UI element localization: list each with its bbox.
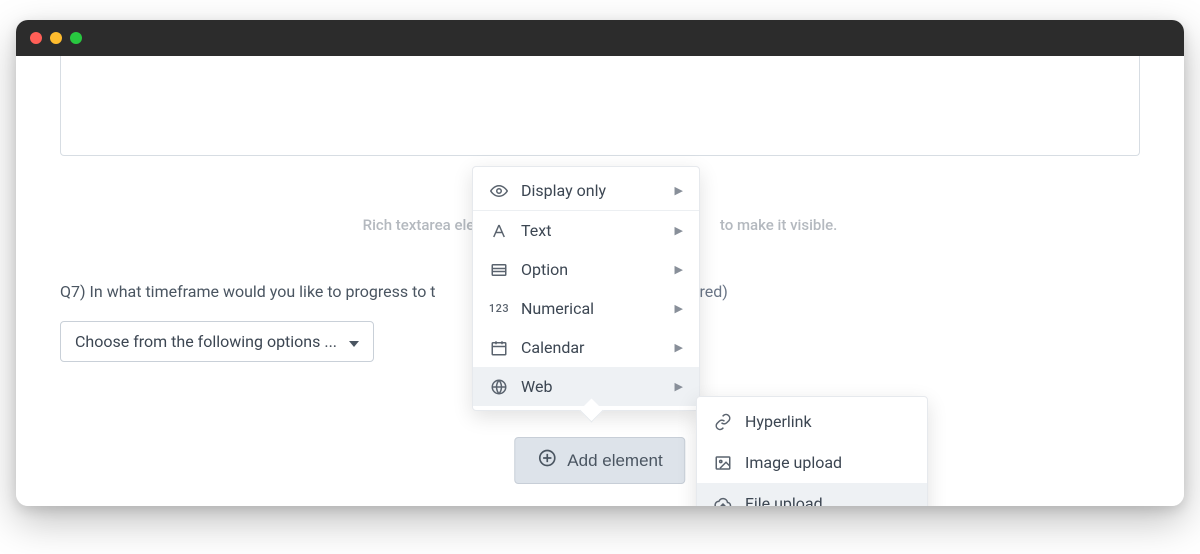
menu-item-calendar[interactable]: Calendar ▶ xyxy=(473,328,699,367)
chevron-right-icon: ▶ xyxy=(675,341,683,354)
submenu-label: File upload xyxy=(745,494,823,506)
options-dropdown[interactable]: Choose from the following options ... xyxy=(60,321,374,362)
globe-icon xyxy=(489,378,509,396)
submenu-item-hyperlink[interactable]: Hyperlink xyxy=(697,401,927,442)
chevron-right-icon: ▶ xyxy=(675,263,683,276)
numbers-icon: 123 xyxy=(489,302,509,315)
menu-label: Display only xyxy=(521,181,606,200)
plus-circle-icon xyxy=(537,448,557,473)
list-icon xyxy=(489,261,509,279)
close-window-icon[interactable] xyxy=(30,32,42,44)
submenu-label: Hyperlink xyxy=(745,412,812,431)
hint-right: to make it visible. xyxy=(720,216,837,234)
menu-label: Option xyxy=(521,260,568,279)
menu-item-text[interactable]: Text ▶ xyxy=(473,211,699,250)
menu-item-display-only[interactable]: Display only ▶ xyxy=(473,171,699,211)
submenu-item-image-upload[interactable]: Image upload xyxy=(697,442,927,483)
chevron-right-icon: ▶ xyxy=(675,380,683,393)
window-controls xyxy=(30,32,82,44)
app-window: Rich textarea elem to make it visible. Q… xyxy=(16,20,1184,506)
menu-item-numerical[interactable]: 123 Numerical ▶ xyxy=(473,289,699,328)
chevron-right-icon: ▶ xyxy=(675,224,683,237)
titlebar xyxy=(16,20,1184,56)
chevron-right-icon: ▶ xyxy=(675,184,683,197)
minimize-window-icon[interactable] xyxy=(50,32,62,44)
maximize-window-icon[interactable] xyxy=(70,32,82,44)
submenu-item-file-upload[interactable]: File upload xyxy=(697,483,927,506)
menu-item-option[interactable]: Option ▶ xyxy=(473,250,699,289)
content-area: Rich textarea elem to make it visible. Q… xyxy=(16,56,1184,506)
chevron-right-icon: ▶ xyxy=(675,302,683,315)
add-element-label: Add element xyxy=(567,451,662,471)
upload-cloud-icon xyxy=(713,495,733,507)
link-icon xyxy=(713,413,733,431)
question-text: Q7) In what timeframe would you like to … xyxy=(60,282,436,301)
menu-label: Web xyxy=(521,377,552,396)
element-type-menu: Display only ▶ Text ▶ Option ▶ 123 Numer… xyxy=(472,166,700,411)
menu-label: Numerical xyxy=(521,299,594,318)
caret-down-icon xyxy=(349,332,359,351)
calendar-icon xyxy=(489,339,509,357)
hint-left: Rich textarea elem xyxy=(363,216,488,234)
add-element-button[interactable]: Add element xyxy=(514,437,685,484)
dropdown-label: Choose from the following options ... xyxy=(75,332,337,351)
menu-label: Calendar xyxy=(521,338,584,357)
menu-label: Text xyxy=(521,221,551,240)
image-icon xyxy=(713,454,733,472)
rich-textarea[interactable] xyxy=(60,56,1140,156)
text-icon xyxy=(489,222,509,240)
submenu-label: Image upload xyxy=(745,453,842,472)
web-submenu: Hyperlink Image upload File upload xyxy=(696,396,928,506)
eye-icon xyxy=(489,182,509,200)
menu-item-web[interactable]: Web ▶ xyxy=(473,367,699,406)
